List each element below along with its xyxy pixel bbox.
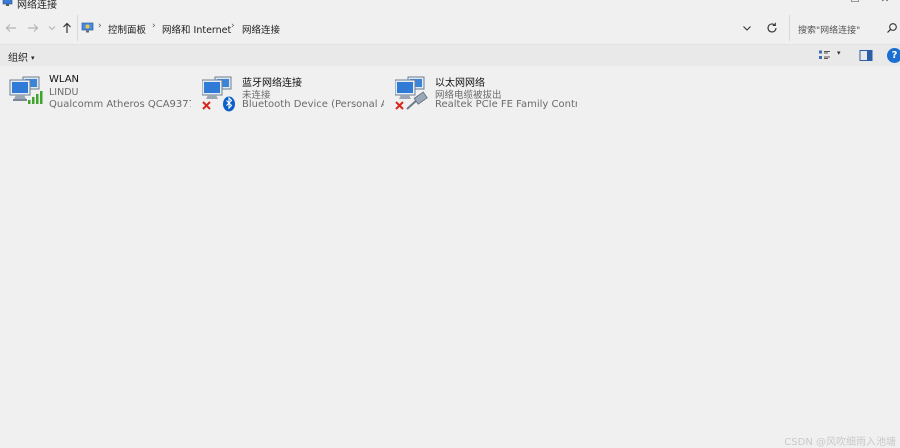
connection-item-bluetooth[interactable]: 蓝牙网络连接 未连接 Bluetooth Device (Personal Ar… [201, 71, 392, 113]
preview-pane-icon[interactable] [859, 49, 873, 62]
connection-device: Realtek PCIe FE Family Controll... [435, 99, 577, 110]
up-button[interactable] [59, 19, 75, 37]
chevron-down-icon: ▾ [31, 54, 35, 62]
bluetooth-icon [223, 96, 235, 112]
connection-device: Bluetooth Device (Personal Ar... [242, 99, 384, 110]
breadcrumb-network-internet[interactable]: 网络和 Internet [162, 22, 231, 36]
close-button[interactable]: ✕ [870, 0, 900, 8]
refresh-icon[interactable] [765, 21, 779, 35]
csdn-watermark: CSDN @风吹细雨入池塘 [784, 437, 896, 448]
breadcrumb-separator: › [98, 21, 102, 31]
view-options-chevron-icon[interactable]: ▾ [837, 49, 841, 57]
breadcrumb-network-connections[interactable]: 网络连接 [242, 22, 280, 36]
help-button[interactable]: ? [887, 48, 900, 63]
breadcrumb-separator: › [231, 21, 235, 31]
ethernet-adapter-icon [394, 74, 435, 112]
error-x-icon [202, 101, 211, 110]
error-x-icon [395, 101, 404, 110]
search-box[interactable]: 搜索"网络连接" [789, 15, 900, 41]
arrow-right-icon [28, 24, 39, 32]
minimize-button[interactable]: — [810, 0, 840, 8]
forward-button[interactable] [25, 19, 41, 37]
connection-status: LINDU [49, 87, 79, 98]
control-panel-icon [81, 22, 94, 33]
command-bar: 组织 ▾ ▾ ? [0, 44, 900, 66]
bluetooth-adapter-icon [201, 74, 242, 112]
connection-device: Qualcomm Atheros QCA9377 ... [49, 99, 191, 110]
window-title: 网络连接 [17, 0, 57, 11]
arrow-left-icon [5, 24, 16, 32]
search-placeholder: 搜索"网络连接" [798, 26, 861, 36]
title-bar: 网络连接 — ☐ ✕ [0, 0, 900, 11]
organize-button[interactable]: 组织 ▾ [8, 49, 35, 64]
organize-label: 组织 [8, 53, 28, 64]
connection-item-ethernet[interactable]: 以太网网络 网络电缆被拔出 Realtek PCIe FE Family Con… [394, 71, 585, 113]
navigation-bar: › 控制面板 › 网络和 Internet › 网络连接 搜索"网络连接" [0, 13, 900, 43]
search-icon[interactable] [886, 22, 898, 34]
maximize-button[interactable]: ☐ [840, 0, 870, 8]
network-window-icon [2, 0, 13, 6]
recent-locations-button[interactable] [44, 19, 60, 37]
arrow-up-icon [63, 22, 71, 33]
chevron-down-icon [48, 26, 56, 31]
address-bar[interactable]: › 控制面板 › 网络和 Internet › 网络连接 [77, 15, 784, 41]
change-view-icon[interactable] [818, 49, 831, 62]
address-dropdown-icon[interactable] [741, 22, 753, 34]
wlan-adapter-icon [9, 74, 49, 112]
breadcrumb-separator: › [152, 21, 156, 31]
connection-item-wlan[interactable]: WLAN LINDU Qualcomm Atheros QCA9377 ... [9, 71, 199, 113]
back-button[interactable] [3, 19, 19, 37]
breadcrumb-control-panel[interactable]: 控制面板 [108, 22, 146, 36]
network-connections-window: 网络连接 — ☐ ✕ [0, 0, 900, 448]
connection-name: WLAN [49, 74, 80, 85]
